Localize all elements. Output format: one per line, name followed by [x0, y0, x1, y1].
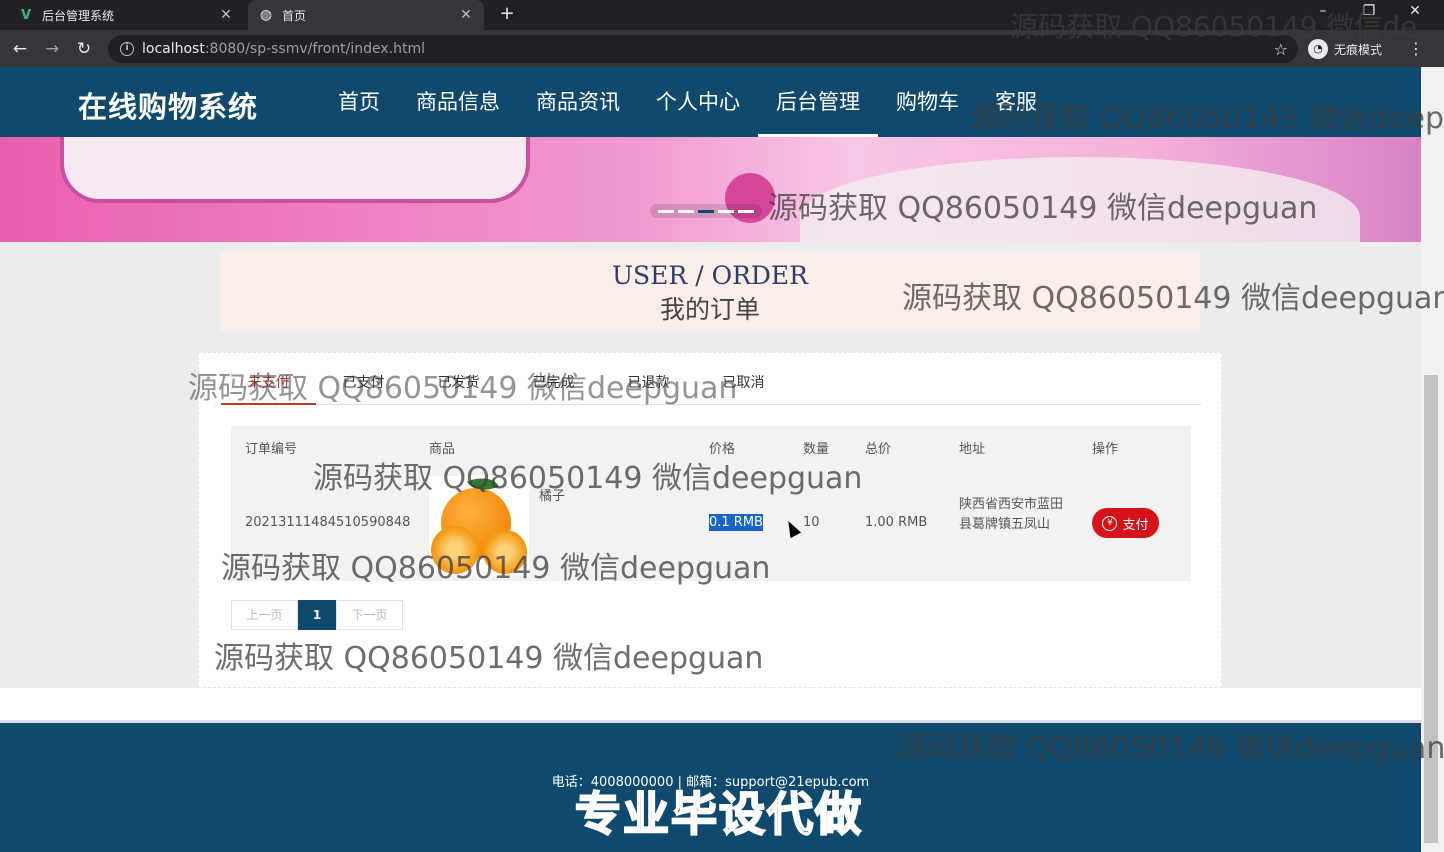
column-header: 商品 — [429, 442, 456, 457]
address-cell: 陕西省西安市蓝田县葛牌镇五凤山 — [959, 497, 1064, 532]
reload-icon[interactable]: ↻ — [72, 37, 96, 61]
banner-cake-image — [800, 157, 1360, 242]
close-icon[interactable]: ✕ — [218, 7, 234, 23]
quantity-cell: 10 — [803, 515, 820, 530]
vue-icon: V — [20, 7, 32, 23]
url-input[interactable]: i localhost:8080/sp-ssmv/front/index.htm… — [108, 35, 1298, 63]
url-path: :8080/sp-ssmv/front/index.html — [204, 41, 426, 57]
pay-button[interactable]: ¥ 支付 — [1092, 508, 1159, 538]
scrollbar-thumb[interactable] — [1424, 375, 1438, 843]
browser-tab-admin[interactable]: V 后台管理系统 ✕ — [8, 0, 244, 30]
menu-item-news[interactable]: 商品资讯 — [518, 67, 638, 137]
browser-tab-bar: V 后台管理系统 ✕ ◍ 首页 ✕ + – ❐ ✕ — [0, 0, 1444, 30]
carousel-dot[interactable] — [678, 209, 694, 213]
order-section-title: USER / ORDER 我的订单 — [220, 251, 1200, 331]
price-value: 0.1 RMB — [709, 514, 763, 531]
info-icon[interactable]: i — [120, 42, 134, 56]
pay-label: 支付 — [1122, 517, 1149, 533]
menu-kebab-icon[interactable]: ⋮ — [1406, 37, 1426, 61]
back-icon[interactable]: ← — [8, 37, 32, 61]
order-title-cn: 我的订单 — [659, 295, 760, 324]
next-page-button[interactable]: 下一页 — [336, 600, 403, 630]
order-status-tabs: 未支付 已支付 已发货 已完成 已退款 已取消 — [221, 363, 1201, 405]
incognito-indicator[interactable]: ◔ 无痕模式 — [1308, 36, 1382, 62]
incognito-label: 无痕模式 — [1334, 42, 1383, 57]
price-cell: 0.1 RMB — [709, 514, 763, 531]
tab-unpaid[interactable]: 未支付 — [221, 363, 316, 405]
menu-item-cart[interactable]: 购物车 — [878, 67, 977, 137]
tab-cancelled[interactable]: 已取消 — [696, 363, 791, 404]
incognito-icon: ◔ — [1308, 39, 1328, 59]
page-viewport: 在线购物系统 首页 商品信息 商品资讯 个人中心 后台管理 购物车 客服 USE… — [0, 67, 1421, 852]
star-icon[interactable]: ☆ — [1274, 40, 1288, 59]
yen-icon: ¥ — [1102, 515, 1118, 531]
carousel-dot[interactable] — [738, 209, 754, 213]
globe-icon: ◍ — [259, 7, 273, 23]
browser-tab-title: 后台管理系统 — [42, 8, 115, 23]
column-header: 地址 — [959, 442, 986, 457]
watermark-banner: 专业毕设代做 — [574, 786, 863, 842]
browser-tab-home[interactable]: ◍ 首页 ✕ — [248, 0, 484, 30]
order-title-en: USER / ORDER — [611, 261, 809, 290]
footer-divider — [0, 688, 1421, 720]
column-header: 订单编号 — [245, 442, 298, 457]
carousel-dot[interactable] — [658, 209, 674, 213]
menu-item-home[interactable]: 首页 — [320, 67, 398, 137]
menu-item-products[interactable]: 商品信息 — [398, 67, 518, 137]
order-table: 订单编号 商品 价格 数量 总价 地址 操作 20213111484510590… — [231, 426, 1191, 581]
site-navbar: 在线购物系统 首页 商品信息 商品资讯 个人中心 后台管理 购物车 客服 — [0, 67, 1421, 137]
restore-icon[interactable]: ❐ — [1346, 0, 1392, 30]
total-cell: 1.00 RMB — [865, 515, 928, 530]
carousel-dot-active[interactable] — [698, 209, 714, 213]
current-page-button[interactable]: 1 — [298, 600, 336, 630]
carousel-dot[interactable] — [718, 209, 734, 213]
column-header: 价格 — [709, 442, 736, 457]
site-brand[interactable]: 在线购物系统 — [78, 84, 258, 126]
tab-refunded[interactable]: 已退款 — [601, 363, 696, 404]
close-window-icon[interactable]: ✕ — [1392, 0, 1438, 30]
column-header: 操作 — [1092, 442, 1119, 457]
banner-graphic — [60, 137, 530, 203]
browser-tab-title: 首页 — [282, 8, 307, 23]
close-icon[interactable]: ✕ — [458, 7, 474, 23]
order-number: 20213111484510590848 — [245, 515, 411, 530]
column-header: 总价 — [865, 442, 892, 457]
column-header: 数量 — [803, 442, 830, 457]
address-bar: ← → ↻ i localhost:8080/sp-ssmv/front/ind… — [0, 30, 1444, 67]
tab-shipped[interactable]: 已发货 — [411, 363, 506, 404]
minimize-icon[interactable]: – — [1300, 0, 1346, 30]
order-panel: 未支付 已支付 已发货 已完成 已退款 已取消 订单编号 商品 价格 数量 总价… — [198, 352, 1222, 688]
prev-page-button[interactable]: 上一页 — [231, 600, 298, 630]
tab-paid[interactable]: 已支付 — [316, 363, 411, 404]
carousel-indicators — [650, 204, 762, 218]
banner-carousel[interactable] — [0, 137, 1421, 242]
forward-icon[interactable]: → — [40, 37, 64, 61]
pagination: 上一页 1 下一页 — [231, 600, 403, 630]
page-scrollbar[interactable] — [1421, 67, 1444, 852]
menu-item-service[interactable]: 客服 — [977, 67, 1055, 137]
new-tab-icon[interactable]: + — [496, 3, 518, 25]
main-menu: 首页 商品信息 商品资讯 个人中心 后台管理 购物车 客服 — [320, 67, 1055, 137]
menu-item-profile[interactable]: 个人中心 — [638, 67, 758, 137]
product-image[interactable] — [429, 476, 529, 576]
menu-item-admin[interactable]: 后台管理 — [758, 67, 878, 137]
url-host: localhost — [142, 41, 205, 57]
product-name[interactable]: 橘子 — [539, 485, 565, 504]
tab-completed[interactable]: 已完成 — [506, 363, 601, 404]
